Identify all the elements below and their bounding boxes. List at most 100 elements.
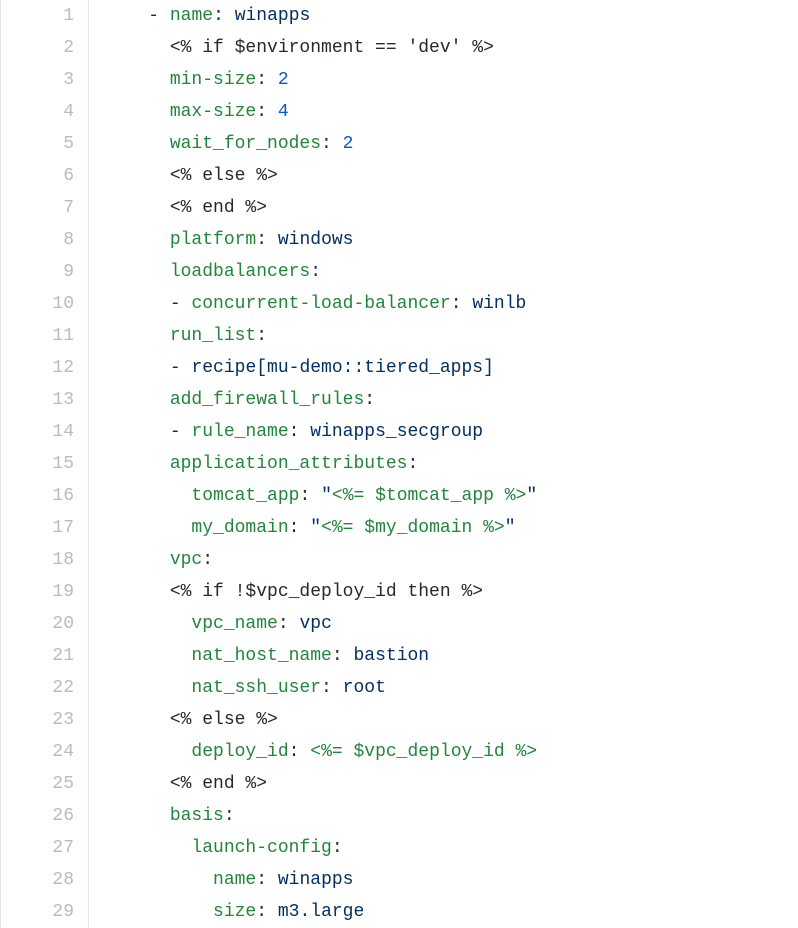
code-line[interactable]: deploy_id: <%= $vpc_deploy_id %>: [105, 736, 798, 768]
code-token: my_domain: [191, 518, 288, 538]
code-line[interactable]: min-size: 2: [105, 64, 798, 96]
code-token: windows: [278, 230, 354, 250]
code-token: [105, 358, 170, 378]
code-token: :: [451, 294, 462, 314]
code-token: :: [256, 102, 267, 122]
code-token: [105, 870, 213, 890]
code-line[interactable]: my_domain: "<%= $my_domain %>": [105, 512, 798, 544]
code-line[interactable]: platform: windows: [105, 224, 798, 256]
line-number: 16: [1, 480, 74, 512]
code-token: [299, 422, 310, 442]
line-number: 12: [1, 352, 74, 384]
code-token: <%= $tomcat_app %>: [332, 486, 526, 506]
code-token: [105, 70, 170, 90]
code-token: [105, 550, 170, 570]
code-token: -: [170, 422, 181, 442]
code-line[interactable]: size: m3.large: [105, 896, 798, 928]
code-token: [105, 38, 170, 58]
code-token: :: [256, 902, 267, 922]
code-token: max-size: [170, 102, 256, 122]
line-number: 15: [1, 448, 74, 480]
line-number: 2: [1, 32, 74, 64]
code-token: nat_host_name: [191, 646, 331, 666]
code-token: basis: [170, 806, 224, 826]
code-token: [332, 678, 343, 698]
code-token: ": [321, 486, 332, 506]
code-line[interactable]: tomcat_app: "<%= $tomcat_app %>": [105, 480, 798, 512]
code-token: <% end %>: [170, 774, 267, 794]
code-token: ": [526, 486, 537, 506]
code-token: <% else %>: [170, 710, 278, 730]
code-token: concurrent-load-balancer: [191, 294, 450, 314]
code-line[interactable]: <% else %>: [105, 704, 798, 736]
line-number: 11: [1, 320, 74, 352]
code-token: [462, 294, 473, 314]
code-line[interactable]: - concurrent-load-balancer: winlb: [105, 288, 798, 320]
code-line[interactable]: <% if !$vpc_deploy_id then %>: [105, 576, 798, 608]
code-line[interactable]: run_list:: [105, 320, 798, 352]
code-token: [267, 870, 278, 890]
code-token: [105, 806, 170, 826]
code-token: :: [321, 134, 332, 154]
code-line[interactable]: max-size: 4: [105, 96, 798, 128]
code-token: [332, 134, 343, 154]
code-line[interactable]: vpc_name: vpc: [105, 608, 798, 640]
code-content[interactable]: - name: winapps <% if $environment == 'd…: [89, 0, 798, 928]
code-token: <% if $environment == 'dev' %>: [170, 38, 494, 58]
code-line[interactable]: launch-config:: [105, 832, 798, 864]
code-line[interactable]: add_firewall_rules:: [105, 384, 798, 416]
code-line[interactable]: <% else %>: [105, 160, 798, 192]
code-line[interactable]: - rule_name: winapps_secgroup: [105, 416, 798, 448]
line-number: 27: [1, 832, 74, 864]
code-token: :: [299, 486, 310, 506]
line-number: 24: [1, 736, 74, 768]
code-token: [181, 294, 192, 314]
code-line[interactable]: nat_ssh_user: root: [105, 672, 798, 704]
code-line[interactable]: <% end %>: [105, 768, 798, 800]
code-token: ": [310, 518, 321, 538]
code-token: :: [256, 230, 267, 250]
line-number: 14: [1, 416, 74, 448]
code-token: min-size: [170, 70, 256, 90]
code-token: [105, 518, 191, 538]
code-token: [105, 294, 170, 314]
code-token: [105, 582, 170, 602]
code-token: [105, 742, 191, 762]
code-token: :: [407, 454, 418, 474]
code-token: [105, 198, 170, 218]
code-line[interactable]: name: winapps: [105, 864, 798, 896]
line-number: 9: [1, 256, 74, 288]
line-number: 17: [1, 512, 74, 544]
code-token: :: [256, 326, 267, 346]
line-number: 26: [1, 800, 74, 832]
code-line[interactable]: <% if $environment == 'dev' %>: [105, 32, 798, 64]
code-line[interactable]: loadbalancers:: [105, 256, 798, 288]
code-token: name: [213, 870, 256, 890]
code-line[interactable]: - name: winapps: [105, 0, 798, 32]
code-token: [181, 422, 192, 442]
line-number: 10: [1, 288, 74, 320]
code-token: <% end %>: [170, 198, 267, 218]
code-token: [105, 326, 170, 346]
line-number: 22: [1, 672, 74, 704]
code-line[interactable]: application_attributes:: [105, 448, 798, 480]
code-line[interactable]: wait_for_nodes: 2: [105, 128, 798, 160]
code-token: [181, 358, 192, 378]
code-token: name: [170, 6, 213, 26]
code-token: m3.large: [278, 902, 364, 922]
code-line[interactable]: nat_host_name: bastion: [105, 640, 798, 672]
code-token: [105, 262, 170, 282]
code-token: loadbalancers: [170, 262, 310, 282]
code-line[interactable]: <% end %>: [105, 192, 798, 224]
code-line[interactable]: vpc:: [105, 544, 798, 576]
code-token: wait_for_nodes: [170, 134, 321, 154]
code-token: bastion: [353, 646, 429, 666]
code-token: 2: [343, 134, 354, 154]
code-token: [105, 454, 170, 474]
code-token: [105, 6, 148, 26]
code-token: [105, 614, 191, 634]
code-viewer: 1234567891011121314151617181920212223242…: [0, 0, 798, 928]
code-line[interactable]: - recipe[mu-demo::tiered_apps]: [105, 352, 798, 384]
line-number: 19: [1, 576, 74, 608]
code-line[interactable]: basis:: [105, 800, 798, 832]
